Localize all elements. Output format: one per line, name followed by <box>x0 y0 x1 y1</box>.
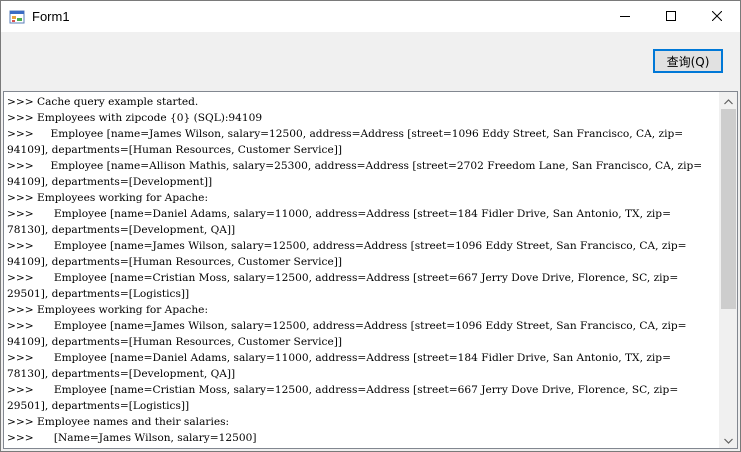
windows-form-icon <box>9 9 25 25</box>
close-button[interactable] <box>694 1 740 32</box>
maximize-icon <box>666 8 676 26</box>
output-line: 29501], departments=[Logistics]] <box>7 400 190 412</box>
output-line: >>> Employees working for Apache: <box>7 304 209 316</box>
output-line: >>> Employee [name=Cristian Moss, salary… <box>7 384 679 396</box>
output-line: >>> Employee [name=Daniel Adams, salary=… <box>7 352 671 364</box>
output-line: 94109], departments=[Human Resources, Cu… <box>7 144 342 156</box>
output-line: >>> Employee [name=Daniel Adams, salary=… <box>7 208 671 220</box>
scroll-thumb[interactable] <box>721 109 736 309</box>
output-line: 94109], departments=[Human Resources, Cu… <box>7 336 342 348</box>
title-bar[interactable]: Form1 <box>1 1 740 32</box>
output-line: >>> Employee [name=Cristian Moss, salary… <box>7 272 679 284</box>
minimize-button[interactable] <box>602 1 648 32</box>
output-line: >>> Cache query example started. <box>7 96 199 108</box>
scroll-down-button[interactable] <box>720 431 737 448</box>
output-line: >>> Employees working for Apache: <box>7 192 209 204</box>
chevron-up-icon <box>724 92 733 110</box>
output-line: 78130], departments=[Development, QA]] <box>7 368 236 380</box>
chevron-down-icon <box>724 431 733 449</box>
output-textbox[interactable]: >>> Cache query example started. >>> Empl… <box>3 91 738 449</box>
output-line: >>> Employee [name=Allison Mathis, salar… <box>7 160 703 172</box>
output-line: >>> Employee [name=James Wilson, salary=… <box>7 128 684 140</box>
output-line: >>> Employees with zipcode {0} (SQL):941… <box>7 112 263 124</box>
output-line: 29501], departments=[Logistics]] <box>7 288 190 300</box>
vertical-scrollbar[interactable] <box>719 92 737 448</box>
output-line: >>> [Name=James Wilson, salary=12500] <box>7 432 257 444</box>
close-icon <box>711 8 723 26</box>
output-line: 94109], departments=[Development]] <box>7 176 213 188</box>
window-title: Form1 <box>32 9 70 24</box>
output-text: >>> Cache query example started. >>> Empl… <box>7 94 717 446</box>
query-button[interactable]: 查询(Q) <box>653 49 723 73</box>
output-line: >>> Employee [name=James Wilson, salary=… <box>7 240 687 252</box>
form1-window: Form1 查询(Q) >>> Cache query example star… <box>0 0 741 452</box>
maximize-button[interactable] <box>648 1 694 32</box>
output-line: >>> Employee [name=James Wilson, salary=… <box>7 320 687 332</box>
minimize-icon <box>620 8 630 26</box>
output-line: 78130], departments=[Development, QA]] <box>7 224 236 236</box>
scroll-up-button[interactable] <box>720 92 737 109</box>
output-line: >>> Employee names and their salaries: <box>7 416 230 428</box>
output-line: 94109], departments=[Human Resources, Cu… <box>7 256 342 268</box>
